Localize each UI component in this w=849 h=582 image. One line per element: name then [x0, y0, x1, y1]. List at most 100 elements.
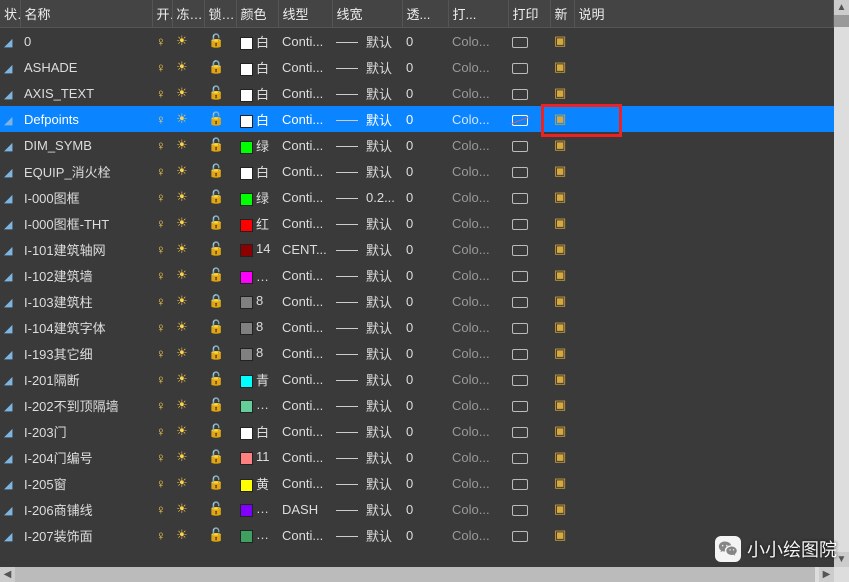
plotstyle-cell[interactable]: Colo...: [448, 366, 508, 392]
transparency-cell[interactable]: 0: [402, 132, 448, 158]
lineweight-cell[interactable]: 默认: [362, 28, 402, 55]
newvp-cell[interactable]: ▣: [550, 366, 574, 392]
h-color[interactable]: 颜色: [236, 0, 278, 28]
lineweight-cell[interactable]: 默认: [362, 210, 402, 236]
transparency-cell[interactable]: 0: [402, 210, 448, 236]
color-cell[interactable]: 白: [236, 158, 278, 184]
lineweight-cell[interactable]: 默认: [362, 80, 402, 106]
freeze-cell[interactable]: ☀: [172, 340, 204, 366]
linetype-cell[interactable]: Conti...: [278, 522, 332, 548]
freeze-cell[interactable]: ☀: [172, 288, 204, 314]
desc-cell[interactable]: [574, 106, 833, 132]
plotstyle-cell[interactable]: Colo...: [448, 210, 508, 236]
plot-cell[interactable]: [508, 106, 550, 132]
freeze-cell[interactable]: ☀: [172, 54, 204, 80]
lineweight-sample[interactable]: [332, 444, 362, 470]
on-cell[interactable]: ♀: [152, 158, 172, 184]
on-cell[interactable]: ♀: [152, 522, 172, 548]
color-cell[interactable]: 14: [236, 236, 278, 262]
name-cell[interactable]: EQUIP_消火栓: [20, 158, 152, 184]
name-cell[interactable]: I-203门: [20, 418, 152, 444]
name-cell[interactable]: Defpoints: [20, 106, 152, 132]
vscroll-thumb[interactable]: [834, 15, 849, 27]
name-cell[interactable]: I-204门编号: [20, 444, 152, 470]
color-cell[interactable]: 白: [236, 28, 278, 55]
table-row[interactable]: ◢I-101建筑轴网♀☀🔓14CENT...默认0Colo...▣: [0, 236, 834, 262]
newvp-cell[interactable]: ▣: [550, 184, 574, 210]
transparency-cell[interactable]: 0: [402, 444, 448, 470]
desc-cell[interactable]: [574, 418, 833, 444]
lineweight-sample[interactable]: [332, 262, 362, 288]
on-cell[interactable]: ♀: [152, 470, 172, 496]
on-cell[interactable]: ♀: [152, 28, 172, 55]
h-trans[interactable]: 透...: [402, 0, 448, 28]
printer-icon[interactable]: [512, 297, 528, 308]
plot-cell[interactable]: [508, 392, 550, 418]
desc-cell[interactable]: [574, 444, 833, 470]
lineweight-cell[interactable]: 默认: [362, 288, 402, 314]
on-cell[interactable]: ♀: [152, 54, 172, 80]
table-row[interactable]: ◢I-204门编号♀☀🔓11Conti...默认0Colo...▣: [0, 444, 834, 470]
lock-cell[interactable]: 🔓: [204, 522, 236, 548]
lineweight-sample[interactable]: [332, 184, 362, 210]
newvp-cell[interactable]: ▣: [550, 54, 574, 80]
plot-cell[interactable]: [508, 470, 550, 496]
lineweight-cell[interactable]: 0.2...: [362, 184, 402, 210]
desc-cell[interactable]: [574, 184, 833, 210]
plotstyle-cell[interactable]: Colo...: [448, 80, 508, 106]
status-cell[interactable]: ◢: [0, 236, 20, 262]
color-cell[interactable]: 8: [236, 288, 278, 314]
newvp-cell[interactable]: ▣: [550, 236, 574, 262]
transparency-cell[interactable]: 0: [402, 340, 448, 366]
name-cell[interactable]: I-000图框: [20, 184, 152, 210]
printer-icon[interactable]: [512, 427, 528, 438]
linetype-cell[interactable]: Conti...: [278, 80, 332, 106]
freeze-cell[interactable]: ☀: [172, 496, 204, 522]
linetype-cell[interactable]: Conti...: [278, 470, 332, 496]
h-status[interactable]: 状: [0, 0, 20, 28]
lock-cell[interactable]: 🔓: [204, 28, 236, 55]
table-row[interactable]: ◢Defpoints♀☀🔓白Conti...默认0Colo...▣: [0, 106, 834, 132]
plot-cell[interactable]: [508, 366, 550, 392]
linetype-cell[interactable]: Conti...: [278, 418, 332, 444]
freeze-cell[interactable]: ☀: [172, 158, 204, 184]
plot-cell[interactable]: [508, 314, 550, 340]
status-cell[interactable]: ◢: [0, 106, 20, 132]
printer-icon[interactable]: [512, 167, 528, 178]
transparency-cell[interactable]: 0: [402, 28, 448, 55]
desc-cell[interactable]: [574, 28, 833, 55]
printer-icon[interactable]: [512, 219, 528, 230]
plotstyle-cell[interactable]: Colo...: [448, 262, 508, 288]
lineweight-cell[interactable]: 默认: [362, 522, 402, 548]
desc-cell[interactable]: [574, 314, 833, 340]
lineweight-cell[interactable]: 默认: [362, 470, 402, 496]
h-on[interactable]: 开: [152, 0, 172, 28]
horizontal-scrollbar[interactable]: ◀ ▶: [0, 567, 849, 582]
transparency-cell[interactable]: 0: [402, 366, 448, 392]
name-cell[interactable]: I-101建筑轴网: [20, 236, 152, 262]
newvp-cell[interactable]: ▣: [550, 158, 574, 184]
plotstyle-cell[interactable]: Colo...: [448, 340, 508, 366]
newvp-cell[interactable]: ▣: [550, 132, 574, 158]
status-cell[interactable]: ◢: [0, 288, 20, 314]
printer-icon[interactable]: [512, 505, 528, 516]
status-cell[interactable]: ◢: [0, 444, 20, 470]
desc-cell[interactable]: [574, 470, 833, 496]
on-cell[interactable]: ♀: [152, 184, 172, 210]
plotstyle-cell[interactable]: Colo...: [448, 288, 508, 314]
status-cell[interactable]: ◢: [0, 418, 20, 444]
on-cell[interactable]: ♀: [152, 236, 172, 262]
linetype-cell[interactable]: Conti...: [278, 392, 332, 418]
desc-cell[interactable]: [574, 158, 833, 184]
lineweight-cell[interactable]: 默认: [362, 262, 402, 288]
status-cell[interactable]: ◢: [0, 28, 20, 55]
lock-cell[interactable]: 🔒: [204, 54, 236, 80]
printer-icon[interactable]: [512, 193, 528, 204]
table-row[interactable]: ◢I-000图框♀☀🔓绿Conti...0.2...0Colo...▣: [0, 184, 834, 210]
color-cell[interactable]: 黄: [236, 470, 278, 496]
lock-cell[interactable]: 🔓: [204, 392, 236, 418]
lock-cell[interactable]: 🔓: [204, 444, 236, 470]
status-cell[interactable]: ◢: [0, 366, 20, 392]
desc-cell[interactable]: [574, 392, 833, 418]
name-cell[interactable]: I-201隔断: [20, 366, 152, 392]
